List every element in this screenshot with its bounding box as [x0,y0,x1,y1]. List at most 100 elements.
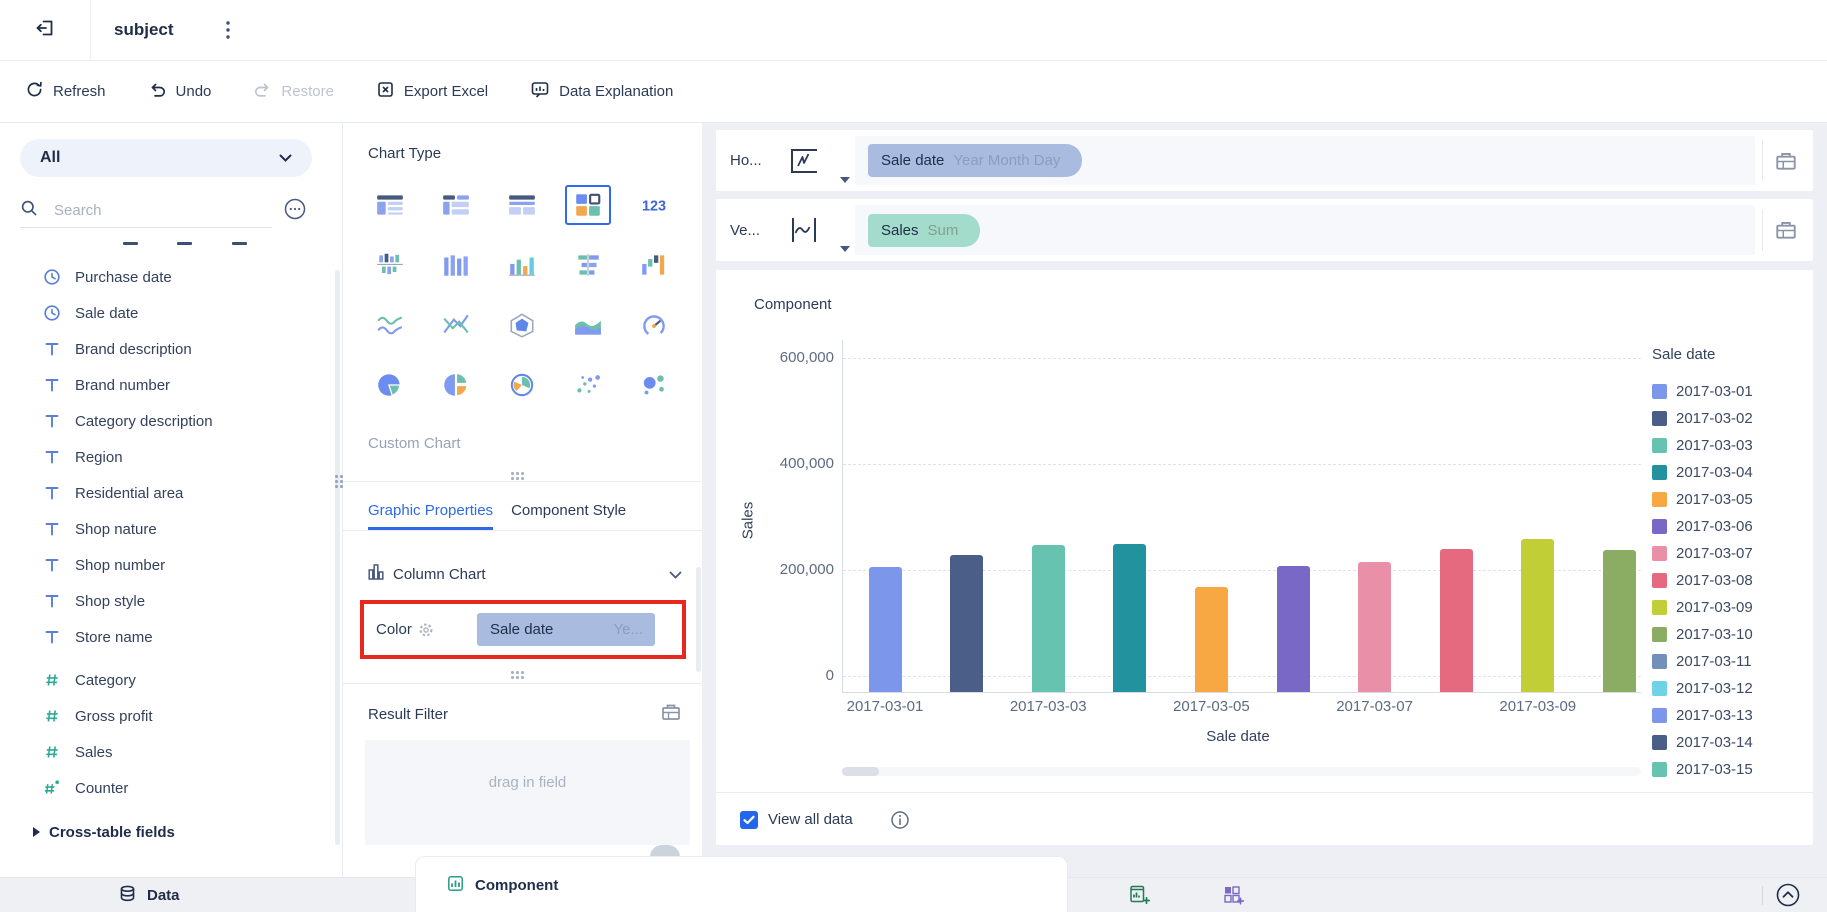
chart-type-rose[interactable] [499,365,545,405]
chart-type-line[interactable] [367,305,413,345]
search-input[interactable] [52,200,226,220]
legend-item-2017-03-12[interactable]: 2017-03-12 [1652,675,1810,702]
vertical-shelf-dropzone[interactable]: Sales Sum [855,205,1755,255]
column-chart-section-header[interactable]: Column Chart [368,561,682,587]
legend-item-2017-03-08[interactable]: 2017-03-08 [1652,567,1810,594]
chart-type-pie[interactable] [367,365,413,405]
chart-type-multi-pie[interactable] [433,365,479,405]
bar-2017-03-02[interactable] [950,555,984,692]
data-explanation-button[interactable]: Data Explanation [530,80,673,104]
legend-item-2017-03-05[interactable]: 2017-03-05 [1652,486,1810,513]
legend-item-2017-03-10[interactable]: 2017-03-10 [1652,621,1810,648]
export-excel-button[interactable]: Export Excel [376,80,488,103]
chart-type-waterfall[interactable] [631,245,677,285]
legend-item-2017-03-03[interactable]: 2017-03-03 [1652,432,1810,459]
add-chart-component-icon[interactable] [1128,878,1151,912]
legend-item-2017-03-01[interactable]: 2017-03-01 [1652,378,1810,405]
chart-type-bar[interactable] [565,245,611,285]
field-item-shop-number[interactable]: Shop number [0,547,342,583]
chart-type-table[interactable] [367,185,413,225]
chart-type-multi-series-column[interactable] [499,245,545,285]
tab-data[interactable]: Data [118,878,180,912]
add-dashboard-component-icon[interactable] [1222,878,1245,912]
tab-component[interactable]: Component [415,856,1068,912]
tab-graphic-properties[interactable]: Graphic Properties [368,494,494,530]
restore-button[interactable]: Restore [253,80,334,103]
back-button[interactable] [0,0,91,60]
chart-type-gauge[interactable] [631,305,677,345]
cross-table-fields-group[interactable]: Cross-table fields [33,817,175,847]
legend-item-2017-03-11[interactable]: 2017-03-11 [1652,648,1810,675]
field-item-region[interactable]: Region [0,439,342,475]
chart-type-area[interactable] [565,305,611,345]
horizontal-axis-icon[interactable] [786,145,822,177]
bar-2017-03-10[interactable] [1602,549,1636,692]
legend-item-2017-03-02[interactable]: 2017-03-02 [1652,405,1810,432]
briefcase-icon[interactable] [1774,218,1798,242]
field-settings-icon[interactable] [283,197,307,225]
field-item-gross-profit[interactable]: Gross profit [0,698,342,734]
field-item-sales[interactable]: Sales [0,734,342,770]
chart-type-kpi-card[interactable]: 123 [631,185,677,225]
info-icon[interactable] [890,810,910,830]
bar-2017-03-04[interactable] [1113,543,1147,692]
bar-2017-03-08[interactable] [1439,548,1473,692]
chart-type-scatter[interactable] [565,365,611,405]
field-item-purchase-date[interactable]: Purchase date [0,259,342,295]
kebab-menu-icon[interactable] [218,18,238,42]
horizontal-shelf-dropzone[interactable]: Sale date Year Month Day [855,136,1755,185]
color-field-pill[interactable]: Sale date Ye... [477,613,655,646]
scrollbar-thumb[interactable] [842,767,879,776]
view-all-data-checkbox[interactable] [740,811,758,829]
section-drag-handle[interactable] [511,671,526,681]
briefcase-icon[interactable] [1774,149,1798,173]
result-filter-dropzone[interactable]: drag in field [365,740,690,845]
field-item-category[interactable]: Category [0,662,342,698]
bar-2017-03-09[interactable] [1521,539,1555,692]
bar-2017-03-01[interactable] [868,567,902,692]
legend-item-2017-03-07[interactable]: 2017-03-07 [1652,540,1810,567]
chart-type-cross-table[interactable] [499,185,545,225]
collapse-panel-icon[interactable] [1775,878,1801,912]
chart-type-grouped-table[interactable] [433,185,479,225]
field-item-store-name[interactable]: Store name [0,619,342,655]
legend-item-2017-03-14[interactable]: 2017-03-14 [1652,729,1810,756]
bar-2017-03-05[interactable] [1194,586,1228,692]
field-item-sale-date[interactable]: Sale date [0,295,342,331]
custom-chart-label[interactable]: Custom Chart [368,435,461,452]
undo-button[interactable]: Undo [148,80,211,103]
legend-item-2017-03-04[interactable]: 2017-03-04 [1652,459,1810,486]
chart-type-radar[interactable] [499,305,545,345]
tab-component-style[interactable]: Component Style [511,494,626,530]
horizontal-field-pill[interactable]: Sale date Year Month Day [868,144,1083,177]
field-item-brand-number[interactable]: Brand number [0,367,342,403]
panel-scrollbar[interactable] [696,567,701,672]
field-item-counter[interactable]: Counter [0,770,342,806]
chart-type-stacked-column[interactable] [367,245,413,285]
vertical-field-pill[interactable]: Sales Sum [868,213,981,247]
legend-item-2017-03-15[interactable]: 2017-03-15 [1652,756,1810,783]
field-item-residential-area[interactable]: Residential area [0,475,342,511]
caret-down-icon[interactable] [840,239,850,256]
bar-2017-03-03[interactable] [1031,544,1065,692]
gear-icon[interactable] [418,622,434,638]
field-item-brand-description[interactable]: Brand description [0,331,342,367]
chart-type-bubble[interactable] [631,365,677,405]
vertical-axis-icon[interactable] [786,214,822,246]
field-item-shop-nature[interactable]: Shop nature [0,511,342,547]
sidebar-scrollbar[interactable] [335,270,340,845]
field-item-category-description[interactable]: Category description [0,403,342,439]
briefcase-icon[interactable] [660,701,682,727]
panel-resize-handle[interactable] [335,475,345,490]
caret-down-icon[interactable] [840,170,850,187]
legend-item-2017-03-06[interactable]: 2017-03-06 [1652,513,1810,540]
chart-type-column[interactable] [433,245,479,285]
chart-type-multi-kpi[interactable] [565,185,611,225]
dataset-selector[interactable]: All [20,139,312,177]
refresh-button[interactable]: Refresh [25,80,106,103]
legend-item-2017-03-13[interactable]: 2017-03-13 [1652,702,1810,729]
bar-2017-03-07[interactable] [1358,562,1392,692]
bar-2017-03-06[interactable] [1276,566,1310,692]
field-item-shop-style[interactable]: Shop style [0,583,342,619]
chart-type-multi-line[interactable] [433,305,479,345]
